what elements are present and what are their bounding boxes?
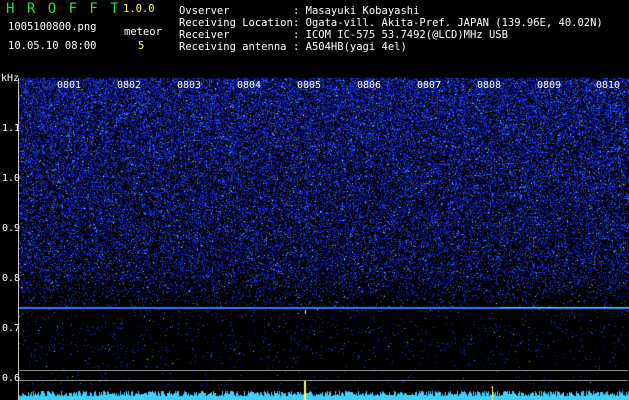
time-tick-label: 0808 — [477, 80, 502, 91]
observer-label: Ovserver — [179, 5, 230, 17]
location-label: Receiving Location — [179, 17, 293, 29]
time-tick-label: 0802 — [117, 80, 142, 91]
time-tick-label: 0807 — [417, 80, 442, 91]
antenna-label: Receiving antenna — [179, 41, 287, 53]
time-tick-label: 0806 — [357, 80, 382, 91]
reference-line-upper — [18, 370, 628, 371]
time-tick-label: 0804 — [237, 80, 262, 91]
y-tick-label: 0.8 — [2, 273, 21, 284]
time-tick-label: 0803 — [177, 80, 202, 91]
y-tick-label: 0.7 — [2, 323, 21, 334]
file-name: 1005100800.png — [8, 21, 97, 33]
hroft-screen: H R O F F T 1.0.0 1005100800.png 10.05.1… — [0, 0, 629, 400]
meteor-label: meteor — [124, 26, 162, 38]
receiver-label: Receiver — [179, 29, 230, 41]
y-tick-label: 0.9 — [2, 223, 21, 234]
location-value: : Ogata-vill. Akita-Pref. JAPAN (139.96E… — [293, 17, 603, 29]
observer-value: : Masayuki Kobayashi — [293, 5, 420, 17]
app-brand: H R O F F T — [6, 1, 121, 17]
time-tick-label: 0810 — [596, 80, 621, 91]
meteor-count: 5 — [138, 40, 145, 52]
receiver-value: : ICOM IC-575 53.7492(@LCD)MHz USB — [293, 29, 508, 41]
y-tick-label: 1.1 — [2, 123, 21, 134]
time-tick-label: 0809 — [537, 80, 562, 91]
reference-line-lower — [18, 380, 628, 381]
capture-datetime: 10.05.10 08:00 — [8, 40, 97, 52]
axis-unit: kHz — [1, 73, 20, 84]
app-version: 1.0.0 — [123, 3, 155, 15]
spectrogram — [0, 0, 629, 400]
time-tick-label: 0805 — [297, 80, 322, 91]
y-tick-label: 0.6 — [2, 373, 21, 384]
antenna-value: : A504HB(yagi 4el) — [293, 41, 407, 53]
time-tick-label: 0801 — [57, 80, 82, 91]
y-tick-label: 1.0 — [2, 173, 21, 184]
